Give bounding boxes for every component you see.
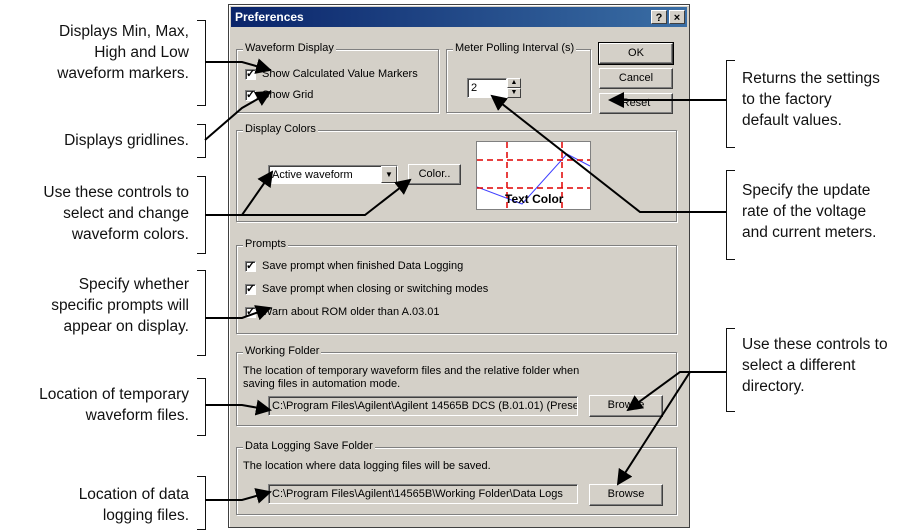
working-folder-browse-button[interactable]: Browse (589, 395, 663, 417)
callout-line: select and change (63, 205, 189, 222)
group-label: Waveform Display (243, 42, 336, 54)
ok-button[interactable]: OK (598, 42, 674, 65)
group-label: Meter Polling Interval (s) (453, 42, 577, 54)
prompt-row[interactable]: Save prompt when closing or switching mo… (245, 282, 489, 295)
working-folder-group: Working Folder The location of temporary… (236, 345, 677, 426)
group-label: Prompts (243, 238, 288, 250)
callout-line: Displays gridlines. (64, 132, 189, 149)
title-bar: Preferences ? × (231, 7, 687, 27)
cancel-button[interactable]: Cancel (599, 68, 673, 89)
data-folder-browse-button[interactable]: Browse (589, 484, 663, 506)
group-label: Display Colors (243, 123, 318, 135)
polling-group: Meter Polling Interval (s) 2 ▲ ▼ (446, 42, 591, 113)
callout-temp-files: Location of temporary waveform files. (39, 384, 189, 426)
callout-line: waveform markers. (57, 65, 189, 82)
desc-line: saving files in automation mode. (243, 378, 401, 390)
callout-reset: Returns the settings to the factory defa… (742, 68, 880, 131)
callout-line: High and Low (94, 44, 189, 61)
bracket (197, 124, 206, 158)
data-folder-path: C:\Program Files\Agilent\14565B\Working … (268, 484, 578, 504)
callout-line: Specify the update (742, 182, 871, 199)
callout-line: Location of data (78, 486, 189, 503)
bracket (197, 476, 206, 530)
callout-line: specific prompts will (51, 297, 189, 314)
callout-line: directory. (742, 378, 805, 395)
bracket (197, 270, 206, 356)
callout-data-files: Location of data logging files. (79, 484, 189, 526)
callout-line: waveform files. (85, 407, 189, 424)
callout-line: select a different (742, 357, 856, 374)
preview-text: Text Color (505, 192, 564, 206)
prompt-checkbox[interactable] (245, 259, 256, 272)
show-grid-checkbox[interactable] (245, 88, 256, 101)
bracket (726, 328, 735, 412)
prompt-checkbox[interactable] (245, 282, 256, 295)
callout-line: and current meters. (742, 224, 877, 241)
working-folder-desc: The location of temporary waveform files… (243, 365, 579, 391)
waveform-color-select[interactable]: Active waveform (268, 165, 398, 184)
prompt-row[interactable]: Warn about ROM older than A.03.01 (245, 305, 440, 318)
bracket (726, 60, 735, 148)
group-label: Data Logging Save Folder (243, 440, 375, 452)
help-button[interactable]: ? (651, 10, 667, 24)
bracket (197, 378, 206, 436)
display-colors-group: Display Colors Active waveform ▼ Color..… (236, 123, 677, 222)
callout-prompts: Specify whether specific prompts will ap… (51, 274, 189, 337)
callout-line: Returns the settings (742, 70, 880, 87)
chevron-down-icon[interactable]: ▼ (381, 166, 397, 183)
callout-line: Specify whether (78, 276, 189, 293)
callout-line: Use these controls to (43, 184, 189, 201)
show-markers-checkbox[interactable] (245, 67, 256, 80)
color-button[interactable]: Color.. (408, 164, 461, 185)
callout-waveform-markers: Displays Min, Max, High and Low waveform… (57, 21, 189, 84)
callout-line: logging files. (102, 507, 189, 524)
callout-line: Displays Min, Max, (58, 23, 189, 40)
prompt-label: Save prompt when closing or switching mo… (262, 283, 489, 295)
prompt-label: Save prompt when finished Data Logging (262, 260, 464, 272)
bracket (726, 170, 735, 260)
callout-colors: Use these controls to select and change … (43, 182, 189, 245)
prompt-checkbox[interactable] (245, 305, 256, 318)
reset-button[interactable]: Reset (599, 93, 673, 114)
callout-line: Use these controls to (742, 336, 888, 353)
callout-line: default values. (742, 112, 842, 129)
working-folder-path: C:\Program Files\Agilent\Agilent 14565B … (268, 396, 578, 416)
callout-polling: Specify the update rate of the voltage a… (742, 180, 876, 243)
bracket (197, 176, 206, 254)
color-preview: Text Color (476, 141, 591, 210)
preferences-dialog: Preferences ? × Waveform Display Show Ca… (228, 4, 690, 528)
desc-line: The location of temporary waveform files… (243, 365, 580, 377)
spin-up-button[interactable]: ▲ (507, 78, 521, 88)
callout-line: Location of temporary (39, 386, 189, 403)
prompt-row[interactable]: Save prompt when finished Data Logging (245, 259, 464, 272)
callout-line: to the factory (742, 91, 832, 108)
prompts-group: Prompts Save prompt when finished Data L… (236, 238, 677, 334)
show-markers-label: Show Calculated Value Markers (262, 68, 418, 80)
callout-line: rate of the voltage (742, 203, 867, 220)
group-label: Working Folder (243, 345, 322, 357)
callout-gridlines: Displays gridlines. (64, 130, 189, 151)
show-markers-row[interactable]: Show Calculated Value Markers (245, 67, 418, 80)
spin-down-button[interactable]: ▼ (507, 88, 521, 98)
dialog-title: Preferences (235, 10, 304, 24)
callout-line: appear on display. (63, 318, 189, 335)
show-grid-label: Show Grid (262, 89, 314, 101)
data-folder-desc: The location where data logging files wi… (243, 460, 491, 472)
data-folder-group: Data Logging Save Folder The location wh… (236, 440, 677, 515)
callout-line: waveform colors. (71, 226, 189, 243)
show-grid-row[interactable]: Show Grid (245, 88, 314, 101)
waveform-display-group: Waveform Display Show Calculated Value M… (236, 42, 439, 113)
polling-input[interactable]: 2 (467, 78, 507, 98)
close-button[interactable]: × (669, 10, 685, 24)
prompt-label: Warn about ROM older than A.03.01 (262, 306, 440, 318)
callout-browse: Use these controls to select a different… (742, 334, 888, 397)
bracket (197, 20, 206, 106)
